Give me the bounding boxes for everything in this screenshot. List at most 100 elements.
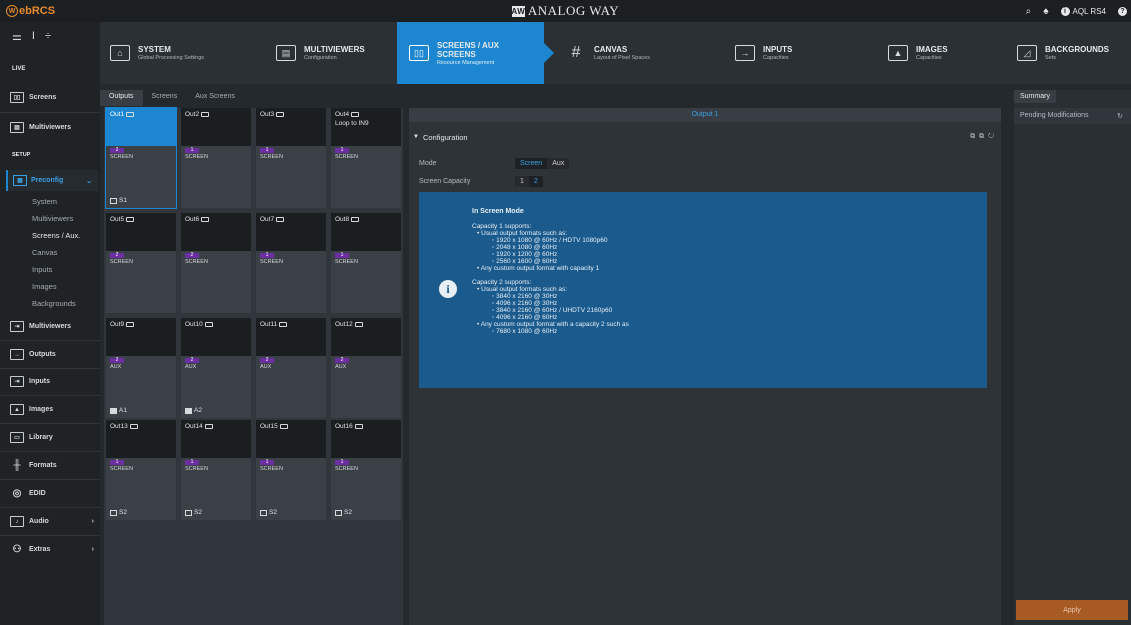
output-card[interactable]: Out6 2 SCREEN xyxy=(181,213,251,313)
format-item: ◦ 4096 x 2160 @ 30Hz xyxy=(472,300,629,307)
capacity-option-2[interactable]: 2 xyxy=(528,175,543,187)
sidebar-sub-screens-aux[interactable]: Screens / Aux. xyxy=(32,231,80,240)
aux-screen-icon xyxy=(110,407,117,414)
mode-option-aux[interactable]: Aux xyxy=(547,157,570,169)
sidebar-item-preconfig[interactable]: ▦ Preconfig ⌄ xyxy=(6,170,98,191)
filter-icon[interactable]: ⚌ xyxy=(12,30,22,43)
sidebar-item-multiviewers[interactable]: ⇥ Multiviewers xyxy=(10,321,96,332)
output-subtabs: Outputs Screens Aux Screens xyxy=(100,90,1000,106)
sidebar-sub-multiviewers[interactable]: Multiviewers xyxy=(32,214,73,223)
output-card-header: Out13 xyxy=(106,420,176,458)
output-card[interactable]: Out10 2 AUX A2 xyxy=(181,318,251,418)
summary-tab[interactable]: Summary xyxy=(1014,90,1056,103)
output-connector-icon xyxy=(126,111,135,117)
sidebar-item-formats[interactable]: ╫ Formats xyxy=(10,460,96,471)
output-card[interactable]: Out14 1 SCREEN S2 xyxy=(181,420,251,520)
sidebar-item-edid[interactable]: ◎ EDID xyxy=(10,488,96,499)
output-card[interactable]: Out1 2 SCREEN S1 xyxy=(105,107,177,209)
logo-w-mark: W xyxy=(6,5,18,17)
output-assignment: S2 xyxy=(185,509,202,516)
backgrounds-icon: ◿ xyxy=(1017,45,1037,61)
output-name: Out6 xyxy=(185,216,200,223)
nav-tab-inputs[interactable]: → INPUTS Capacities xyxy=(735,22,792,84)
output-card[interactable]: Out12 2 AUX xyxy=(331,318,401,418)
mode-option-screen[interactable]: Screen xyxy=(515,157,548,169)
sidebar-item-label: Library xyxy=(29,434,53,441)
output-assignment: S1 xyxy=(110,197,127,204)
cap2-usual-text: Usual output formats such as: xyxy=(481,286,568,293)
sidebar-item-library[interactable]: ▭ Library xyxy=(10,432,96,443)
copy-paste-reset-icons[interactable]: ⧉ ⧉ ↻ xyxy=(970,133,995,141)
user-menu[interactable]: i AQL RS4 xyxy=(1060,6,1106,16)
sidebar-sub-backgrounds[interactable]: Backgrounds xyxy=(32,299,76,308)
output-card[interactable]: Out13 1 SCREEN S2 xyxy=(106,420,176,520)
aux-screen-icon xyxy=(185,407,192,414)
output-card[interactable]: Out16 1 SCREEN S2 xyxy=(331,420,401,520)
nav-tab-images[interactable]: ▲ IMAGES Capacities xyxy=(888,22,948,84)
nav-tab-system[interactable]: ⌂ SYSTEM Global Processing Settings xyxy=(110,22,204,84)
sidebar-sub-images[interactable]: Images xyxy=(32,282,57,291)
divide-icon[interactable]: ÷ xyxy=(45,30,51,43)
output-name: Out3 xyxy=(260,111,275,118)
output-card[interactable]: Out7 1 SCREEN xyxy=(256,213,326,313)
output-name: Out8 xyxy=(335,216,350,223)
extras-icon: ⚇ xyxy=(12,544,22,555)
output-card[interactable]: Out11 2 AUX xyxy=(256,318,326,418)
output-kind: SCREEN xyxy=(110,259,133,265)
output-name: Out15 xyxy=(260,423,278,430)
sidebar-sub-system[interactable]: System xyxy=(32,197,57,206)
subtab-outputs[interactable]: Outputs xyxy=(100,90,143,106)
output-card[interactable]: Out9 2 AUX A1 xyxy=(106,318,176,418)
sidebar-item-outputs[interactable]: → Outputs xyxy=(10,349,96,360)
top-bar: W ebRCS AW ANALOG WAY ⌕ ♠ i AQL RS4 ? xyxy=(0,0,1131,22)
output-card[interactable]: Out5 2 SCREEN xyxy=(106,213,176,313)
output-card[interactable]: Out8 1 SCREEN xyxy=(331,213,401,313)
help-icon[interactable]: ? xyxy=(1118,6,1127,16)
sidebar-item-extras[interactable]: ⚇ Extras › xyxy=(10,544,96,555)
configuration-header[interactable]: ▼ Configuration ⧉ ⧉ ↻ xyxy=(413,128,999,146)
output-connector-icon xyxy=(354,423,363,429)
output-connector-icon xyxy=(201,111,210,117)
nav-tab-screens-aux[interactable]: ▯▯ SCREENS / AUX SCREENS Resource Manageme… xyxy=(397,22,554,84)
sidebar-divider xyxy=(0,368,100,369)
nav-tab-subtitle: Layout of Pixel Spaces xyxy=(594,55,650,61)
sidebar-item-multiviewers-live[interactable]: ▤ Multiviewers xyxy=(10,122,96,133)
subtab-screens[interactable]: Screens xyxy=(143,90,187,106)
nav-tab-multiviewers[interactable]: ▤ MULTIVIEWERS Configuration xyxy=(276,22,365,84)
cap2-usual: • Usual output formats such as: xyxy=(477,286,568,293)
bell-icon[interactable]: ♠ xyxy=(1043,6,1048,17)
output-name: Out1 xyxy=(110,111,125,118)
webrcs-logo[interactable]: W ebRCS xyxy=(0,5,100,17)
output-assignment: S2 xyxy=(335,509,352,516)
output-assignment: A1 xyxy=(110,407,127,414)
output-assignment-label: A1 xyxy=(119,407,127,414)
sidebar-item-screens[interactable]: ▯▯ Screens xyxy=(10,92,96,103)
search-icon[interactable]: ⌕ xyxy=(1026,6,1032,17)
inputs-icon: ⇥ xyxy=(10,376,24,387)
capacity-badge: 2 xyxy=(335,358,349,363)
refresh-icon[interactable]: ↻ xyxy=(1117,112,1123,120)
output-assignment-label: S2 xyxy=(119,509,127,516)
sidebar-sub-inputs[interactable]: Inputs xyxy=(32,265,52,274)
sidebar-item-images[interactable]: ▲ Images xyxy=(10,404,96,415)
capacity-badge: 1 xyxy=(335,460,349,465)
output-card[interactable]: Out2 1 SCREEN xyxy=(181,108,251,208)
output-card[interactable]: Out15 1 SCREEN S2 xyxy=(256,420,326,520)
subtab-aux-screens[interactable]: Aux Screens xyxy=(186,90,244,106)
sidebar-item-audio[interactable]: ♪ Audio › xyxy=(10,516,96,527)
output-card[interactable]: Out3 1 SCREEN xyxy=(256,108,326,208)
nav-tab-title: CANVAS xyxy=(594,45,628,54)
capacity-option-1[interactable]: 1 xyxy=(515,175,529,187)
text-cursor-icon[interactable]: I xyxy=(32,30,35,43)
chevron-right-icon: › xyxy=(91,546,94,553)
brand-title: AW ANALOG WAY xyxy=(0,0,1131,22)
output-card[interactable]: Out4 Loop to IN9 1 SCREEN xyxy=(331,108,401,208)
output-connector-icon xyxy=(279,423,288,429)
sidebar-sub-canvas[interactable]: Canvas xyxy=(32,248,57,257)
nav-tab-canvas[interactable]: # CANVAS Layout of Pixel Spaces xyxy=(566,22,650,84)
sidebar-item-inputs[interactable]: ⇥ Inputs xyxy=(10,376,96,387)
output-detail-panel: Output 1 ▼ Configuration ⧉ ⧉ ↻ Mode Scre… xyxy=(409,108,1001,625)
apply-button[interactable]: Apply xyxy=(1016,600,1128,620)
capacity-badge: 2 xyxy=(185,253,199,258)
nav-tab-backgrounds[interactable]: ◿ BACKGROUNDS Sets xyxy=(1017,22,1109,84)
